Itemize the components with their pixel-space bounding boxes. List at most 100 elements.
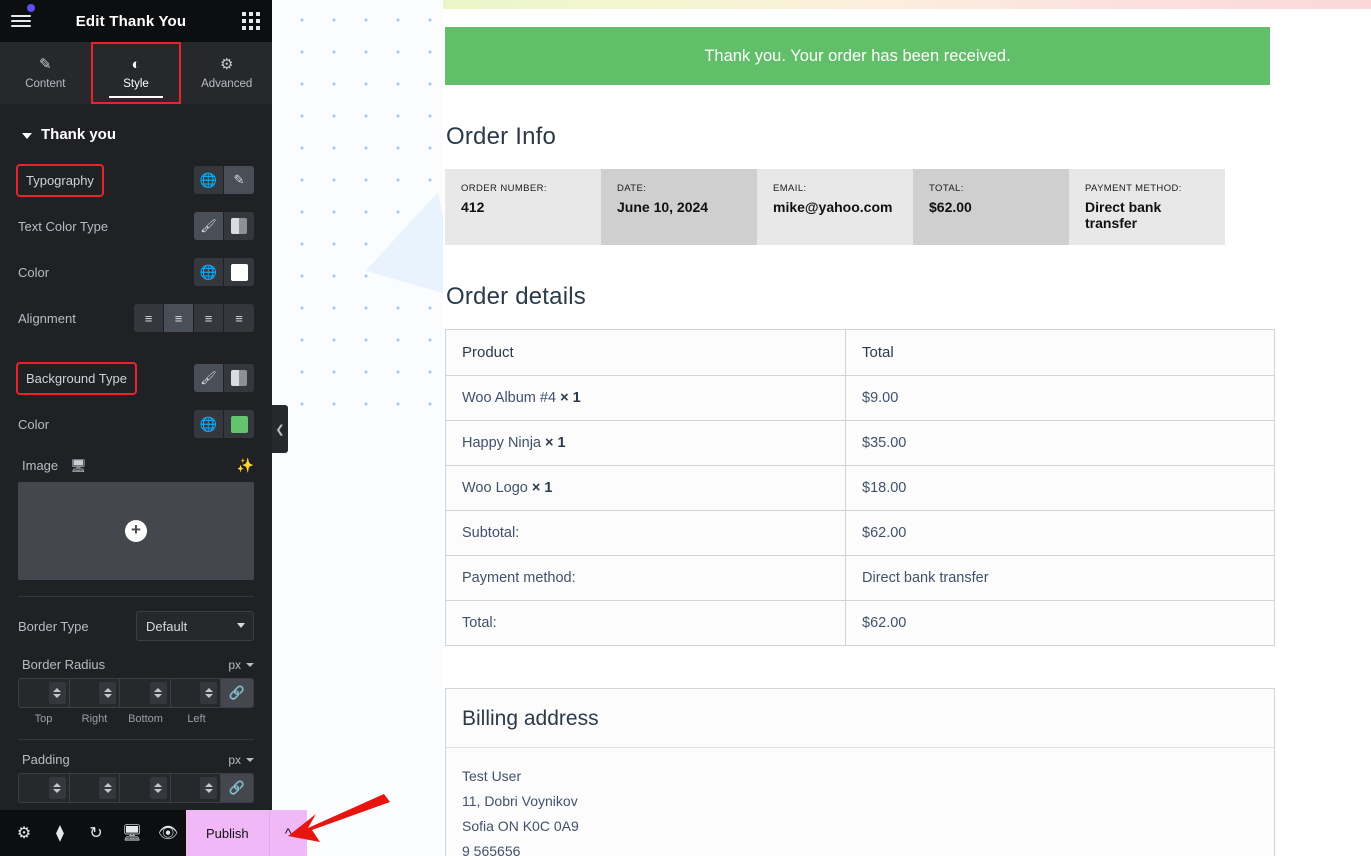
link-values-icon[interactable]: 🔗 [221,679,253,707]
gradient-top-bar [443,0,1371,9]
panel-collapse-handle[interactable]: ❮ [272,405,288,453]
eye-preview-icon[interactable]: 👁 [150,810,186,856]
alignment-toggle-group: ≡ ≡ ≡ ≡ [134,304,254,332]
order-date-key: DATE: [617,183,647,194]
stepper-icon[interactable] [149,777,167,799]
stepper-icon[interactable] [99,777,116,799]
text-color-label: Color [18,264,50,280]
typography-controls: 🌐 ✎ [194,166,254,194]
product-cell: Woo Logo × 1 [445,465,846,511]
bg-color-swatch[interactable] [224,410,254,438]
stepper-icon[interactable] [149,682,167,704]
publish-button[interactable]: Publish [186,810,269,856]
align-justify-icon[interactable]: ≡ [224,304,254,332]
typography-edit-icon[interactable]: ✎ [224,166,254,194]
text-color-global-icon[interactable]: 🌐 [194,258,224,286]
tab-style[interactable]: ◐ Style [90,42,182,104]
order-total-key: TOTAL: [929,183,964,194]
bg-gradient-icon[interactable] [224,364,254,392]
product-total: $35.00 [845,420,1275,466]
text-color-type-toggle: 🖌 [194,212,254,240]
border-radius-left-input[interactable] [170,679,221,707]
border-radius-bottom-input[interactable] [120,679,171,707]
order-info-cell: PAYMENT METHOD: Direct bank transfer [1069,169,1225,245]
panel-controls-body: Thank you Typography 🌐 ✎ Text Color Type… [0,104,272,810]
bg-classic-brush-icon[interactable]: 🖌 [194,364,224,392]
order-details-table: Product Total Woo Album #4 × 1 $9.00 Hap… [445,329,1275,646]
order-total-value: $62.00 [929,199,972,215]
typography-label: Typography [16,163,104,197]
chevron-up-icon[interactable]: ^ [268,810,307,856]
order-info-cell: EMAIL: mike@yahoo.com [757,169,913,245]
control-alignment: Alignment ≡ ≡ ≡ ≡ [18,295,254,341]
tab-advanced-label: Advanced [201,77,253,90]
align-right-icon[interactable]: ≡ [194,304,224,332]
ai-sparkle-icon[interactable]: ✨ [237,457,254,474]
border-type-select[interactable]: Default [136,611,254,641]
order-number-value: 412 [461,199,485,215]
padding-right-input[interactable] [69,774,120,802]
product-qty: × 1 [545,435,566,451]
stepper-icon[interactable] [200,777,217,799]
bg-color-global-icon[interactable]: 🌐 [194,410,224,438]
billing-address-heading: Billing address [462,707,599,730]
billing-line: Test User [462,768,522,784]
stepper-icon[interactable] [48,777,66,799]
padding-unit-label: px [228,752,241,767]
tab-advanced[interactable]: ⚙ Advanced [181,42,272,104]
table-header-row: Product Total [445,329,1275,376]
padding-unit-selector[interactable]: px [228,753,254,767]
classic-brush-icon[interactable]: 🖌 [194,212,224,240]
text-color-swatch[interactable] [224,258,254,286]
subtotal-value: $62.00 [845,510,1275,556]
text-color-type-label: Text Color Type [18,218,109,234]
elementor-editor-screen: Edit Thank You ✎ Content ◐ Style ⚙ Advan… [0,0,1371,856]
table-row: Woo Album #4 × 1 $9.00 [445,375,1275,421]
page-content: Thank you. Your order has been received.… [443,9,1371,856]
order-details-heading: Order details [446,283,586,310]
product-name: Happy Ninja [462,435,541,451]
history-icon[interactable]: ↻ [78,810,114,856]
apps-grid-icon[interactable] [230,0,272,42]
typography-global-icon[interactable]: 🌐 [194,166,224,194]
column-product: Product [445,329,846,376]
total-label: Total: [445,600,846,646]
table-row: Happy Ninja × 1 $35.00 [445,420,1275,466]
responsive-device-icon[interactable]: 🖥 [114,810,150,856]
tab-content[interactable]: ✎ Content [0,42,91,104]
subtotal-label: Subtotal: [445,510,846,556]
gradient-icon[interactable] [224,212,254,240]
border-radius-unit-selector[interactable]: px [228,658,254,672]
link-values-icon[interactable]: 🔗 [221,774,253,802]
stepper-icon[interactable] [200,682,217,704]
border-type-label: Border Type [18,618,89,634]
align-center-icon[interactable]: ≡ [164,304,194,332]
section-title-label: Thank you [41,126,117,143]
padding-bottom-input[interactable] [120,774,171,802]
settings-gear-icon[interactable]: ⚙ [6,810,42,856]
padding-top-input[interactable] [19,774,70,802]
padding-left-input[interactable] [170,774,221,802]
tab-style-label: Style [123,77,149,90]
stepper-icon[interactable] [48,682,66,704]
border-radius-top-input[interactable] [19,679,70,707]
text-color-controls: 🌐 [194,258,254,286]
hamburger-menu-icon[interactable] [0,0,42,42]
product-qty: × 1 [531,480,553,496]
padding-header: Padding px [18,744,254,773]
align-left-icon[interactable]: ≡ [134,304,164,332]
border-radius-unit-label: px [228,657,241,672]
label-left: Left [187,713,206,725]
stepper-icon[interactable] [99,682,116,704]
section-thank-you[interactable]: Thank you [18,104,254,157]
order-email-value: mike@yahoo.com [773,199,893,215]
image-upload-dropzone[interactable]: + [18,482,254,580]
layers-navigator-icon[interactable]: ⧫ [42,810,78,856]
order-info-bar: ORDER NUMBER: 412 DATE: June 10, 2024 EM… [445,169,1225,245]
chevron-down-icon [246,757,254,762]
desktop-device-icon[interactable]: 🖥 [70,458,87,474]
border-radius-right-input[interactable] [69,679,120,707]
border-radius-inputs: 🔗 [18,678,254,708]
control-border-type: Border Type Default [18,603,254,649]
table-row: Subtotal: $62.00 [445,510,1275,556]
